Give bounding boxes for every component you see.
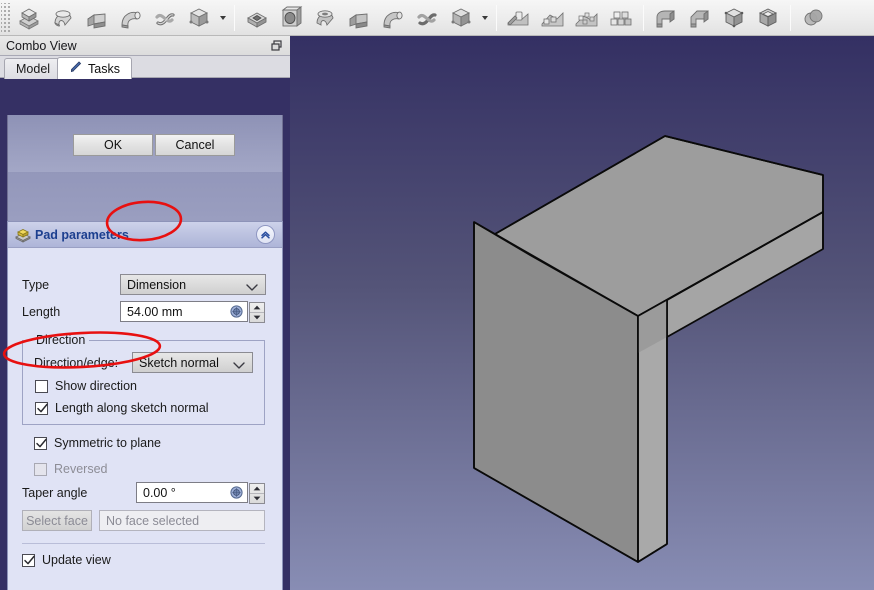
reversed-label: Reversed	[54, 462, 108, 476]
task-panel-area: OK Cancel Pad parameters Type Dimension …	[0, 115, 290, 590]
tab-model[interactable]: Model	[4, 58, 63, 79]
select-face-button: Select face	[22, 510, 92, 531]
toolbar-button-chamfer[interactable]	[684, 3, 716, 33]
toolbar-dropdown-subtractive[interactable]	[478, 3, 491, 33]
length-spinner-down[interactable]	[250, 312, 264, 322]
length-input[interactable]: 54.00 mm	[120, 301, 248, 322]
toolbar-button-fillet[interactable]	[650, 3, 682, 33]
length-along-normal-checkbox[interactable]	[35, 402, 48, 415]
pad-parameters-title: Pad parameters	[35, 227, 129, 242]
taper-angle-spinner-up[interactable]	[250, 484, 264, 493]
toolbar-button-boolean[interactable]	[797, 3, 829, 33]
toolbar-button-revolution[interactable]	[47, 3, 79, 33]
combo-view-title: Combo View	[6, 38, 77, 53]
expression-icon[interactable]	[230, 486, 243, 499]
chevron-up-icon[interactable]	[256, 225, 275, 244]
toolbar-button-additive-helix[interactable]	[149, 3, 181, 33]
tab-tasks-label: Tasks	[88, 61, 120, 76]
type-label: Type	[22, 278, 50, 292]
pad-parameters-header[interactable]: Pad parameters	[8, 222, 282, 248]
toolbar-grip-handle[interactable]	[1, 2, 10, 33]
chevron-down-icon	[246, 281, 258, 295]
symmetric-to-plane-checkbox[interactable]	[34, 437, 47, 450]
pencil-icon	[69, 60, 83, 77]
part-design-toolbar	[0, 0, 874, 36]
toolbar-button-linear-pattern[interactable]	[537, 3, 569, 33]
toolbar-button-polar-pattern[interactable]	[571, 3, 603, 33]
3d-viewport[interactable]	[290, 36, 874, 590]
toolbar-button-hole[interactable]	[275, 3, 307, 33]
toolbar-button-subtractive-loft[interactable]	[343, 3, 375, 33]
direction-group-label: Direction	[32, 333, 90, 347]
cancel-button[interactable]: Cancel	[155, 134, 235, 156]
toolbar-button-pad[interactable]	[13, 3, 45, 33]
toolbar-button-pocket[interactable]	[241, 3, 273, 33]
chevron-down-icon	[233, 359, 245, 373]
taper-angle-spinner-down[interactable]	[250, 493, 264, 503]
combo-view-panel: Combo View Model Tasks OK Cancel Pad par…	[0, 36, 290, 590]
divider	[22, 543, 265, 544]
length-spinner[interactable]	[249, 302, 265, 323]
type-combobox[interactable]: Dimension	[120, 274, 266, 295]
type-value: Dimension	[127, 277, 187, 292]
taper-angle-value: 0.00 °	[143, 485, 176, 500]
reversed-checkbox	[34, 463, 47, 476]
toolbar-button-thickness[interactable]	[752, 3, 784, 33]
toolbar-separator	[234, 4, 235, 31]
combo-view-titlebar: Combo View	[0, 36, 290, 56]
show-direction-label: Show direction	[55, 379, 137, 393]
direction-edge-combobox[interactable]: Sketch normal	[132, 352, 253, 373]
length-along-normal-label: Length along sketch normal	[55, 401, 209, 415]
toolbar-button-additive-loft[interactable]	[81, 3, 113, 33]
taper-angle-spinner[interactable]	[249, 483, 265, 504]
toolbar-button-mirrored[interactable]	[503, 3, 535, 33]
taper-angle-input[interactable]: 0.00 °	[136, 482, 248, 503]
direction-edge-label: Direction/edge:	[34, 356, 119, 370]
show-direction-checkbox[interactable]	[35, 380, 48, 393]
dialog-button-row: OK Cancel	[7, 115, 283, 172]
face-selection-field: No face selected	[99, 510, 265, 531]
length-spinner-up[interactable]	[250, 303, 264, 312]
3d-model-scene	[290, 36, 874, 590]
direction-edge-value: Sketch normal	[139, 355, 219, 370]
expression-icon[interactable]	[230, 305, 243, 318]
toolbar-dropdown-additive[interactable]	[216, 3, 229, 33]
tab-model-label: Model	[16, 62, 51, 76]
pad-icon	[15, 227, 31, 243]
direction-groupbox: Direction Direction/edge: Sketch normal	[22, 333, 265, 425]
combo-view-tabbar: Model Tasks	[0, 56, 290, 79]
toolbar-button-additive-primitive[interactable]	[183, 3, 215, 33]
freecad-window: Combo View Model Tasks OK Cancel Pad par…	[0, 0, 874, 590]
tab-tasks[interactable]: Tasks	[57, 57, 132, 79]
ok-button[interactable]: OK	[73, 134, 153, 156]
toolbar-button-subtractive-primitive[interactable]	[445, 3, 477, 33]
toolbar-button-draft[interactable]	[718, 3, 750, 33]
length-value: 54.00 mm	[127, 304, 183, 319]
restore-icon[interactable]	[270, 39, 284, 53]
toolbar-separator	[790, 4, 791, 31]
toolbar-button-multi-transform[interactable]	[605, 3, 637, 33]
toolbar-button-subtractive-helix[interactable]	[411, 3, 443, 33]
symmetric-to-plane-label: Symmetric to plane	[54, 436, 161, 450]
pad-parameters-box: Pad parameters Type Dimension Length 54.…	[7, 221, 283, 590]
update-view-checkbox[interactable]	[22, 554, 35, 567]
length-label: Length	[22, 305, 61, 319]
update-view-label: Update view	[42, 553, 111, 567]
toolbar-separator	[496, 4, 497, 31]
toolbar-button-subtractive-pipe[interactable]	[377, 3, 409, 33]
toolbar-button-additive-pipe[interactable]	[115, 3, 147, 33]
toolbar-button-groove[interactable]	[309, 3, 341, 33]
taper-angle-label: Taper angle	[22, 486, 88, 500]
toolbar-separator	[643, 4, 644, 31]
pad-parameters-body: Type Dimension Length 54.00 mm Direction…	[8, 248, 282, 590]
